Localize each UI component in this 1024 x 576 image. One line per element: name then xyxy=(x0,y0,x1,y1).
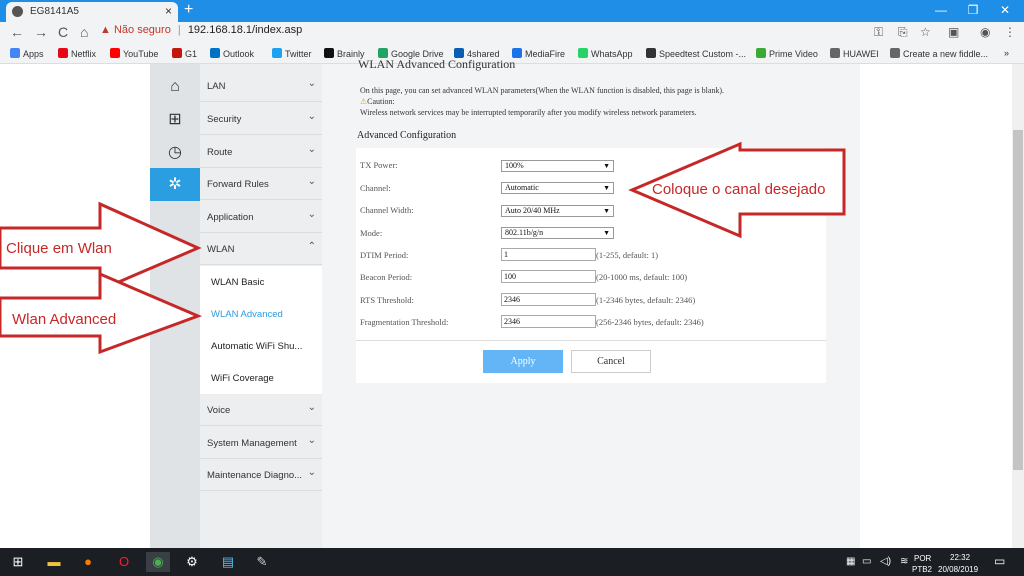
chrome-icon[interactable]: ◉ xyxy=(146,552,170,572)
profile-icon[interactable]: ◉ xyxy=(980,25,990,39)
warning-icon: ▲ xyxy=(100,24,111,36)
bookmark-outlook[interactable]: Outlook xyxy=(210,48,254,59)
fiddle-icon xyxy=(890,48,900,58)
menu-item-maintenance[interactable]: Maintenance Diagno... ⌄ xyxy=(200,459,322,491)
chevron-down-icon: ⌄ xyxy=(307,402,316,413)
tab-title: EG8141A5 xyxy=(30,6,79,17)
keyboard-layout-label[interactable]: PTB2 xyxy=(912,565,932,574)
address-bar[interactable]: ▲ Não seguro | 192.168.18.1/index.asp xyxy=(100,24,880,42)
netflix-icon xyxy=(58,48,68,58)
bookmark-whatsapp[interactable]: WhatsApp xyxy=(578,48,633,59)
new-tab-button[interactable]: + xyxy=(184,1,193,19)
settings-icon[interactable]: ⚙ xyxy=(182,552,202,572)
url-text: 192.168.18.1/index.asp xyxy=(187,24,303,36)
bookmark-prime-video[interactable]: Prime Video xyxy=(756,48,818,59)
network-icon[interactable]: ▦ xyxy=(846,556,855,567)
clock-date[interactable]: 20/08/2019 xyxy=(938,565,978,574)
security-label: Não seguro xyxy=(113,24,171,36)
menu-item-voice[interactable]: Voice ⌄ xyxy=(200,394,322,426)
forward-icon[interactable]: → xyxy=(34,24,48,40)
bookmark-mediafire[interactable]: MediaFire xyxy=(512,48,565,59)
bookmark-g1[interactable]: G1 xyxy=(172,48,197,59)
chevron-down-icon: ⌄ xyxy=(307,467,316,478)
favicon-icon xyxy=(12,6,23,17)
menu-icon[interactable]: ⋮ xyxy=(1004,25,1016,39)
whatsapp-icon xyxy=(578,48,588,58)
key-icon[interactable]: ⚿ xyxy=(874,25,883,40)
translate-icon[interactable]: ⎘ xyxy=(898,25,908,40)
huawei-icon xyxy=(830,48,840,58)
outlook-icon xyxy=(210,48,220,58)
volume-icon[interactable]: ◁) xyxy=(880,556,891,567)
bookmark-huawei[interactable]: HUAWEI xyxy=(830,48,879,59)
maximize-button[interactable]: ❐ xyxy=(958,3,988,17)
callout-channel-hint: Coloque o canal desejado xyxy=(652,181,826,198)
opera-icon[interactable]: O xyxy=(114,552,134,572)
browser-tab[interactable]: EG8141A5 × xyxy=(6,2,178,22)
twitter-icon xyxy=(272,48,282,58)
paint-icon[interactable]: ✎ xyxy=(252,552,272,572)
bookmark-apps[interactable]: Apps xyxy=(10,48,44,59)
back-icon[interactable]: ← xyxy=(10,24,24,40)
bookmark-twitter[interactable]: Twitter xyxy=(272,48,312,59)
firefox-icon[interactable]: ● xyxy=(78,552,98,572)
submenu-wifi-coverage[interactable]: WiFi Coverage xyxy=(200,362,322,394)
star-icon[interactable]: ☆ xyxy=(920,25,931,39)
brainly-icon xyxy=(324,48,334,58)
bookmark-speedtest[interactable]: Speedtest Custom -... xyxy=(646,48,746,59)
bookmark-youtube[interactable]: YouTube xyxy=(110,48,158,59)
prime-video-icon xyxy=(756,48,766,58)
app-icon[interactable]: ▤ xyxy=(218,552,238,572)
speedtest-icon xyxy=(646,48,656,58)
language-label[interactable]: POR xyxy=(914,554,931,563)
callout-click-wlan: Clique em Wlan xyxy=(6,240,112,257)
g1-icon xyxy=(172,48,182,58)
bookmark-netflix[interactable]: Netflix xyxy=(58,48,96,59)
annotation-layer xyxy=(0,141,846,355)
bookmark-fiddle[interactable]: Create a new fiddle... xyxy=(890,48,988,59)
youtube-icon xyxy=(110,48,120,58)
chevron-down-icon: ⌄ xyxy=(307,435,316,446)
reload-icon[interactable]: C xyxy=(58,24,68,40)
file-explorer-icon[interactable]: ▬ xyxy=(44,552,64,572)
notifications-icon[interactable]: ▭ xyxy=(994,554,1005,568)
callout-wlan-advanced: Wlan Advanced xyxy=(12,311,117,328)
apps-icon xyxy=(10,48,20,58)
extension-icon[interactable]: ▣ xyxy=(948,25,959,39)
home-icon[interactable]: ⌂ xyxy=(80,24,88,40)
menu-item-system-management[interactable]: System Management ⌄ xyxy=(200,427,322,459)
start-windows-icon[interactable]: ⊞ xyxy=(8,552,28,572)
close-window-button[interactable]: ✕ xyxy=(990,3,1020,17)
clock-time[interactable]: 22:32 xyxy=(950,553,970,562)
tab-close-icon[interactable]: × xyxy=(165,4,172,18)
wifi-icon[interactable]: ≋ xyxy=(900,556,908,567)
minimize-button[interactable]: — xyxy=(926,3,956,17)
more-bookmarks-icon[interactable]: » xyxy=(1004,48,1009,58)
omnibox-separator: | xyxy=(177,24,181,36)
battery-icon[interactable]: ▭ xyxy=(862,556,871,567)
